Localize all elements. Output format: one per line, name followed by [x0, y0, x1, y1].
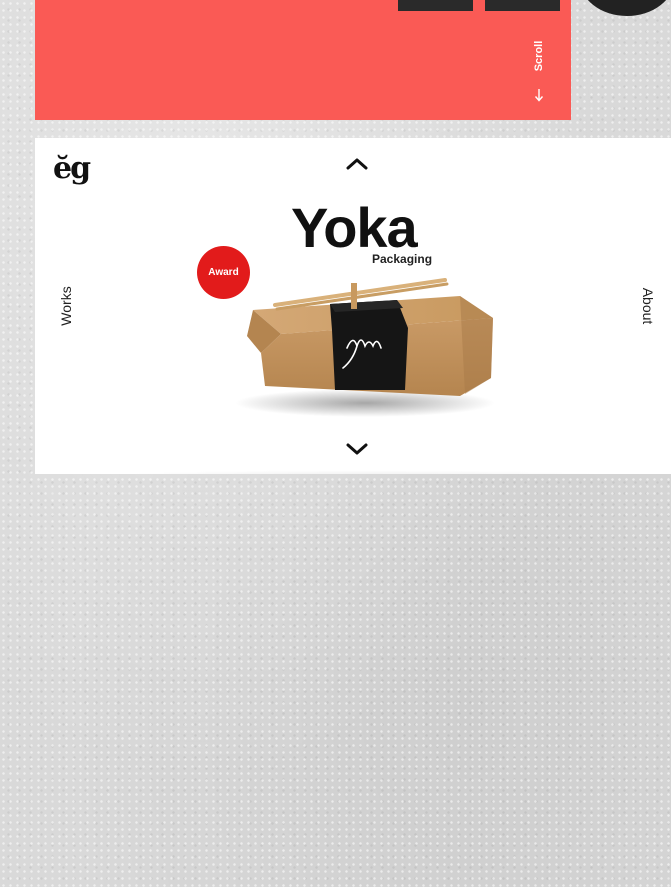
arrow-down-icon — [534, 89, 544, 102]
award-badge: Award — [197, 246, 250, 299]
nav-about-link[interactable]: About — [640, 288, 656, 325]
site-logo[interactable]: ĕg — [53, 154, 91, 184]
scroll-label: Scroll — [533, 40, 545, 72]
chevron-up-icon[interactable] — [344, 156, 370, 172]
chevron-down-icon[interactable] — [344, 441, 370, 457]
project-subtitle: Packaging — [372, 252, 433, 266]
project-card: ĕg Works About Yoka Packaging Award — [35, 138, 671, 474]
hero-dark-block — [398, 0, 473, 11]
scroll-indicator[interactable]: Scroll — [529, 40, 549, 102]
hero-dark-block — [485, 0, 560, 11]
nav-works-link[interactable]: Works — [58, 286, 74, 325]
card-bottom-shade — [95, 470, 631, 474]
hero-panel: Scroll — [35, 0, 571, 120]
product-image[interactable] — [215, 238, 515, 438]
dark-circle-decoration — [579, 0, 671, 16]
award-badge-label: Award — [208, 267, 239, 278]
